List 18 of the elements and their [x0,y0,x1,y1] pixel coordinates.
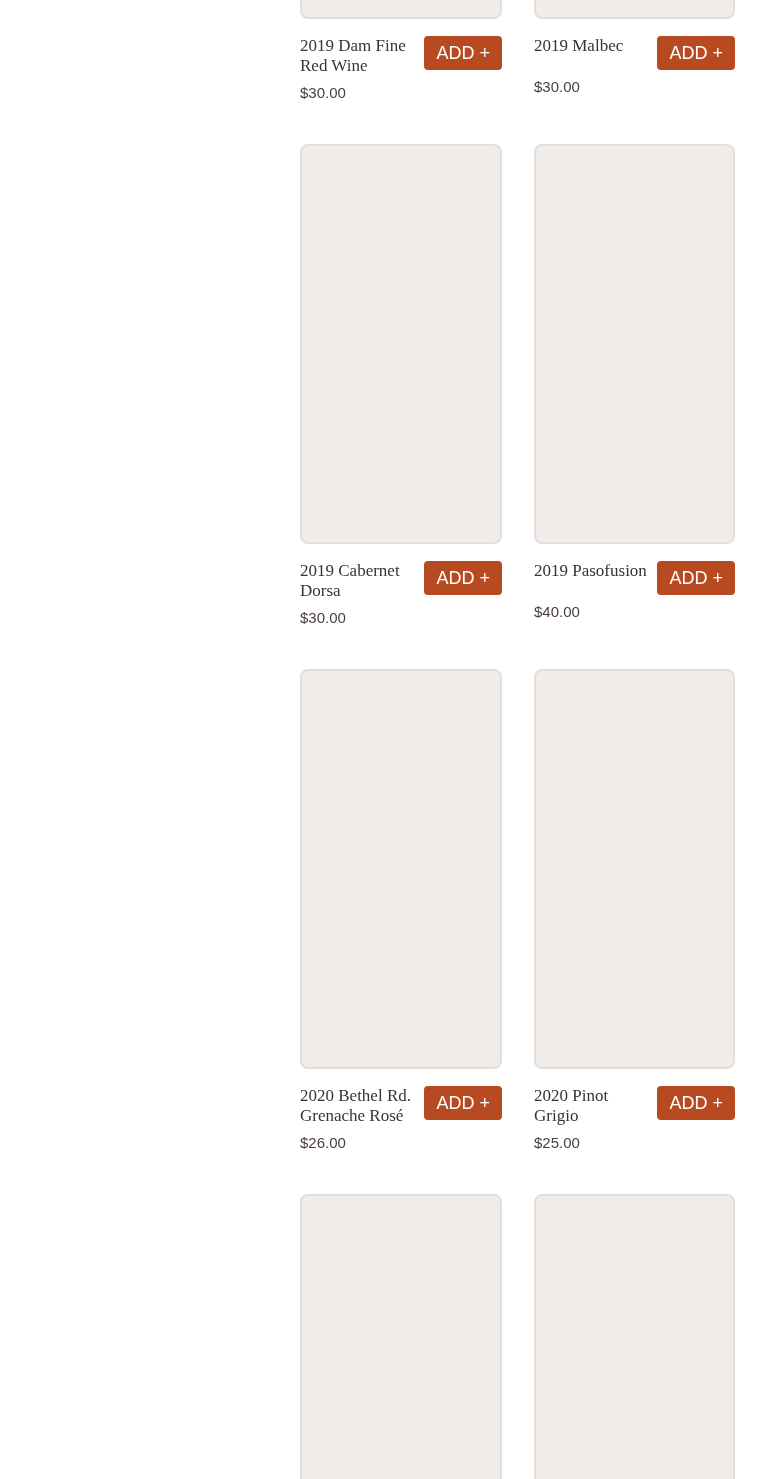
product-price: $30.00 [534,77,581,97]
add-to-cart-button[interactable]: ADD + [657,1086,735,1120]
product-price: $26.00 [300,1133,347,1153]
product-name: 2019 Dam Fine Red Wine [300,36,407,76]
product-name: 2020 Pinot Grigio [534,1086,610,1126]
product-name: 2020 Bethel Rd. Grenache Rosé [300,1086,412,1126]
add-to-cart-button[interactable]: ADD + [657,561,735,595]
product-name: 2019 Pasofusion [534,561,647,581]
product-name: 2019 Malbec [534,36,624,56]
add-to-cart-button[interactable]: ADD + [424,561,502,595]
product-price: $30.00 [300,83,347,103]
add-to-cart-button[interactable]: ADD + [424,36,502,70]
product-name: 2019 Cabernet Dorsa [300,561,401,601]
product-price: $40.00 [534,602,581,622]
add-to-cart-button[interactable]: ADD + [657,36,735,70]
product-price: $25.00 [534,1133,581,1153]
add-to-cart-button[interactable]: ADD + [424,1086,502,1120]
product-price: $30.00 [300,608,347,628]
